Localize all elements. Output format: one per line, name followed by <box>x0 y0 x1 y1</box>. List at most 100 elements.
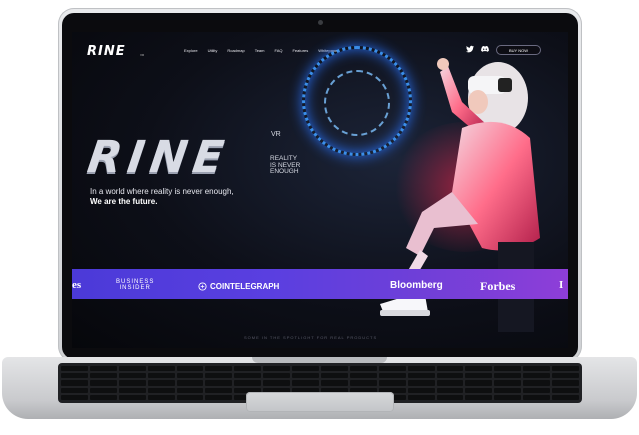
keyboard-key <box>89 366 117 372</box>
keyboard-key <box>465 394 493 400</box>
keyboard-key <box>89 373 117 379</box>
keyboard-key <box>147 387 175 393</box>
press-logo-bloomberg[interactable]: Bloomberg <box>390 280 443 291</box>
keyboard-key <box>176 380 204 386</box>
keyboard-key <box>552 366 579 372</box>
keyboard-key <box>205 387 233 393</box>
keyboard-key <box>407 373 435 379</box>
website-screen: RINE VR Explore Utility Roadmap Team FAQ… <box>72 32 568 348</box>
press-logo-forbes[interactable]: Forbes <box>480 279 515 294</box>
keyboard-key <box>176 373 204 379</box>
keyboard-key <box>234 380 262 386</box>
nav-link-faq[interactable]: FAQ <box>274 48 282 53</box>
keyboard-key <box>494 366 522 372</box>
keyboard-key <box>147 373 175 379</box>
keyboard-key <box>436 394 464 400</box>
press-logo-business-insider[interactable]: BUSINESS INSIDER <box>116 279 154 291</box>
keyboard-key <box>523 373 551 379</box>
keyboard-key <box>465 366 493 372</box>
keyboard-key <box>205 380 233 386</box>
keyboard-key <box>234 373 262 379</box>
keyboard-key <box>523 394 551 400</box>
hero-subtitle-bold: We are the future. <box>90 197 158 206</box>
keyboard-key <box>89 387 117 393</box>
hero-vr-label: VR <box>271 131 281 138</box>
keyboard-key <box>523 366 551 372</box>
cointelegraph-icon <box>198 282 207 291</box>
keyboard-key <box>349 366 377 372</box>
keyboard-key <box>234 366 262 372</box>
keyboard-key <box>494 380 522 386</box>
keyboard-key <box>263 373 291 379</box>
press-logo-partial-left[interactable]: es <box>72 279 81 291</box>
keyboard-key <box>263 366 291 372</box>
keyboard-key <box>436 373 464 379</box>
keyboard-key <box>321 366 348 372</box>
keyboard-key <box>407 387 435 393</box>
keyboard-key <box>118 387 146 393</box>
keyboard-key <box>118 366 146 372</box>
nav-link-utility[interactable]: Utility <box>208 48 218 53</box>
keyboard-key <box>552 394 579 400</box>
keyboard-key <box>292 366 319 372</box>
spotlight-caption: SOME IN THE SPOTLIGHT FOR REAL PRODUCTS <box>244 335 378 340</box>
nav-link-roadmap[interactable]: Roadmap <box>227 48 244 53</box>
keyboard-key <box>465 387 493 393</box>
press-logo-cointelegraph[interactable]: COINTELEGRAPH <box>198 282 279 291</box>
nav-link-explore[interactable]: Explore <box>184 48 198 53</box>
keyboard-key <box>205 394 233 400</box>
keyboard-key <box>147 394 175 400</box>
keyboard-key <box>552 373 579 379</box>
keyboard-key <box>176 387 204 393</box>
keyboard-key <box>436 366 464 372</box>
keyboard-key <box>436 380 464 386</box>
hero-tagline: REALITY IS NEVER ENOUGH <box>270 155 330 176</box>
keyboard-key <box>378 380 406 386</box>
keyboard-key <box>118 380 146 386</box>
keyboard-key <box>552 380 579 386</box>
keyboard-key <box>378 366 406 372</box>
keyboard-key <box>147 380 175 386</box>
keyboard-key <box>465 380 493 386</box>
keyboard-key <box>176 394 204 400</box>
keyboard-key <box>494 394 522 400</box>
keyboard-key <box>494 387 522 393</box>
keyboard-key <box>176 366 204 372</box>
logo-sub: VR <box>140 53 145 57</box>
keyboard-key <box>89 380 117 386</box>
keyboard-key <box>61 394 88 400</box>
nav-link-team[interactable]: Team <box>255 48 265 53</box>
keyboard-key <box>321 373 348 379</box>
keyboard-key <box>407 380 435 386</box>
press-logo-partial-right[interactable]: I <box>559 279 563 291</box>
press-logos-band: es BUSINESS INSIDER COINTELEGRAPH Bloomb… <box>72 269 568 299</box>
hero-title: RINE <box>84 132 233 183</box>
laptop-mockup: RINE VR Explore Utility Roadmap Team FAQ… <box>0 0 639 435</box>
business-insider-line-2: INSIDER <box>119 285 151 291</box>
keyboard-key <box>407 366 435 372</box>
keyboard-key <box>89 394 117 400</box>
keyboard-key <box>494 373 522 379</box>
keyboard-key <box>263 380 291 386</box>
keyboard-key <box>292 380 319 386</box>
keyboard-key <box>378 373 406 379</box>
site-logo[interactable]: RINE <box>87 44 126 59</box>
keyboard-key <box>552 387 579 393</box>
keyboard-key <box>321 380 348 386</box>
keyboard-key <box>292 373 319 379</box>
keyboard-key <box>61 380 88 386</box>
keyboard-key <box>465 373 493 379</box>
keyboard-key <box>61 387 88 393</box>
webcam <box>318 20 323 25</box>
keyboard-key <box>436 387 464 393</box>
keyboard-key <box>61 366 88 372</box>
keyboard-key <box>407 394 435 400</box>
laptop-trackpad <box>246 392 394 412</box>
keyboard-key <box>118 373 146 379</box>
keyboard-key <box>523 380 551 386</box>
hero-subtitle: In a world where reality is never enough… <box>90 187 234 196</box>
keyboard-key <box>523 387 551 393</box>
cointelegraph-label: COINTELEGRAPH <box>210 282 280 291</box>
keyboard-key <box>147 366 175 372</box>
keyboard-key <box>118 394 146 400</box>
